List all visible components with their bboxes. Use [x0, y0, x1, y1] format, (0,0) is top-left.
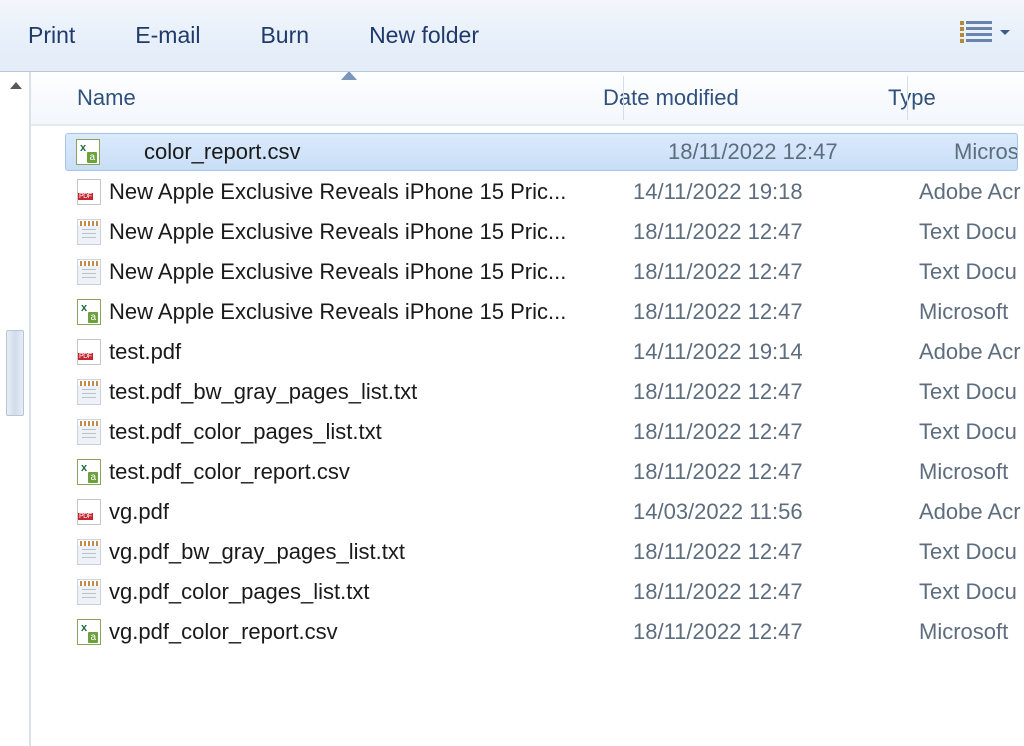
- file-date: 18/11/2022 12:47: [621, 379, 905, 405]
- text-file-icon: [77, 579, 101, 605]
- column-header-type[interactable]: Type: [874, 85, 1024, 111]
- file-row[interactable]: test.pdf_color_report.csv18/11/2022 12:4…: [31, 452, 1024, 492]
- text-file-icon: [77, 259, 101, 285]
- file-row[interactable]: New Apple Exclusive Reveals iPhone 15 Pr…: [31, 292, 1024, 332]
- file-type: Text Docu: [905, 419, 1024, 445]
- file-icon-cell: [31, 299, 109, 325]
- view-mode-dropdown-icon[interactable]: [1000, 30, 1010, 35]
- column-separator[interactable]: [907, 76, 908, 120]
- file-icon-cell: [31, 179, 109, 205]
- file-icon-cell: [31, 579, 109, 605]
- file-icon-cell: [31, 379, 109, 405]
- excel-csv-icon: [76, 139, 100, 165]
- file-date: 18/11/2022 12:47: [621, 539, 905, 565]
- pdf-icon: [77, 339, 101, 365]
- file-type: Adobe Acr: [905, 499, 1024, 525]
- file-row[interactable]: vg.pdf14/03/2022 11:56Adobe Acr: [31, 492, 1024, 532]
- file-type: Microsoft: [905, 619, 1024, 645]
- file-date: 18/11/2022 12:47: [621, 459, 905, 485]
- view-options: [960, 18, 1010, 46]
- file-type: Text Docu: [905, 259, 1024, 285]
- view-mode-icon[interactable]: [960, 18, 992, 46]
- file-row[interactable]: vg.pdf_bw_gray_pages_list.txt18/11/2022 …: [31, 532, 1024, 572]
- file-type: Microsoft: [940, 139, 1017, 165]
- text-file-icon: [77, 379, 101, 405]
- file-date: 14/11/2022 19:14: [621, 339, 905, 365]
- file-type: Adobe Acr: [905, 339, 1024, 365]
- print-button[interactable]: Print: [24, 16, 79, 55]
- file-list-panel: Name Date modified Type color_report.csv…: [31, 72, 1024, 746]
- file-date: 18/11/2022 12:47: [656, 139, 940, 165]
- nav-splitter-handle[interactable]: [6, 330, 24, 416]
- file-name: New Apple Exclusive Reveals iPhone 15 Pr…: [109, 179, 621, 205]
- file-list: color_report.csv18/11/2022 12:47Microsof…: [31, 126, 1024, 652]
- file-row[interactable]: vg.pdf_color_report.csv18/11/2022 12:47M…: [31, 612, 1024, 652]
- file-icon-cell: [66, 139, 144, 165]
- text-file-icon: [77, 419, 101, 445]
- excel-csv-icon: [77, 619, 101, 645]
- file-name: vg.pdf_color_report.csv: [109, 619, 621, 645]
- file-row[interactable]: New Apple Exclusive Reveals iPhone 15 Pr…: [31, 212, 1024, 252]
- file-type: Text Docu: [905, 579, 1024, 605]
- toolbar: Print E-mail Burn New folder: [0, 0, 1024, 72]
- file-date: 18/11/2022 12:47: [621, 619, 905, 645]
- file-row[interactable]: New Apple Exclusive Reveals iPhone 15 Pr…: [31, 172, 1024, 212]
- file-row[interactable]: test.pdf_bw_gray_pages_list.txt18/11/202…: [31, 372, 1024, 412]
- sort-ascending-icon: [341, 72, 357, 80]
- file-type: Text Docu: [905, 219, 1024, 245]
- file-date: 18/11/2022 12:47: [621, 579, 905, 605]
- file-name: test.pdf_bw_gray_pages_list.txt: [109, 379, 621, 405]
- file-name: vg.pdf_bw_gray_pages_list.txt: [109, 539, 621, 565]
- file-row[interactable]: vg.pdf_color_pages_list.txt18/11/2022 12…: [31, 572, 1024, 612]
- file-type: Microsoft: [905, 299, 1024, 325]
- column-header-name[interactable]: Name: [31, 85, 591, 111]
- file-row[interactable]: color_report.csv18/11/2022 12:47Microsof…: [65, 133, 1018, 171]
- excel-csv-icon: [77, 459, 101, 485]
- excel-csv-icon: [77, 299, 101, 325]
- file-name: color_report.csv: [144, 139, 656, 165]
- nav-collapse-gutter: [0, 72, 31, 746]
- file-type: Microsoft: [905, 459, 1024, 485]
- column-headers: Name Date modified Type: [31, 72, 1024, 126]
- file-date: 14/11/2022 19:18: [621, 179, 905, 205]
- file-icon-cell: [31, 419, 109, 445]
- file-name: New Apple Exclusive Reveals iPhone 15 Pr…: [109, 259, 621, 285]
- column-separator[interactable]: [623, 76, 624, 120]
- pdf-icon: [77, 499, 101, 525]
- email-button[interactable]: E-mail: [131, 16, 204, 55]
- file-icon-cell: [31, 619, 109, 645]
- file-type: Adobe Acr: [905, 179, 1024, 205]
- file-type: Text Docu: [905, 379, 1024, 405]
- file-name: test.pdf_color_report.csv: [109, 459, 621, 485]
- file-date: 18/11/2022 12:47: [621, 219, 905, 245]
- new-folder-button[interactable]: New folder: [365, 16, 483, 55]
- file-name: vg.pdf_color_pages_list.txt: [109, 579, 621, 605]
- file-date: 18/11/2022 12:47: [621, 419, 905, 445]
- file-date: 18/11/2022 12:47: [621, 259, 905, 285]
- file-icon-cell: [31, 219, 109, 245]
- file-name: New Apple Exclusive Reveals iPhone 15 Pr…: [109, 299, 621, 325]
- file-name: test.pdf: [109, 339, 621, 365]
- file-icon-cell: [31, 259, 109, 285]
- text-file-icon: [77, 539, 101, 565]
- file-icon-cell: [31, 499, 109, 525]
- text-file-icon: [77, 219, 101, 245]
- file-date: 14/03/2022 11:56: [621, 499, 905, 525]
- file-name: New Apple Exclusive Reveals iPhone 15 Pr…: [109, 219, 621, 245]
- scroll-up-icon[interactable]: [10, 82, 22, 89]
- column-header-date[interactable]: Date modified: [591, 85, 874, 111]
- file-name: vg.pdf: [109, 499, 621, 525]
- file-row[interactable]: New Apple Exclusive Reveals iPhone 15 Pr…: [31, 252, 1024, 292]
- file-name: test.pdf_color_pages_list.txt: [109, 419, 621, 445]
- file-type: Text Docu: [905, 539, 1024, 565]
- file-date: 18/11/2022 12:47: [621, 299, 905, 325]
- file-row[interactable]: test.pdf_color_pages_list.txt18/11/2022 …: [31, 412, 1024, 452]
- file-row[interactable]: test.pdf14/11/2022 19:14Adobe Acr: [31, 332, 1024, 372]
- pdf-icon: [77, 179, 101, 205]
- file-icon-cell: [31, 539, 109, 565]
- burn-button[interactable]: Burn: [256, 16, 313, 55]
- file-icon-cell: [31, 339, 109, 365]
- file-icon-cell: [31, 459, 109, 485]
